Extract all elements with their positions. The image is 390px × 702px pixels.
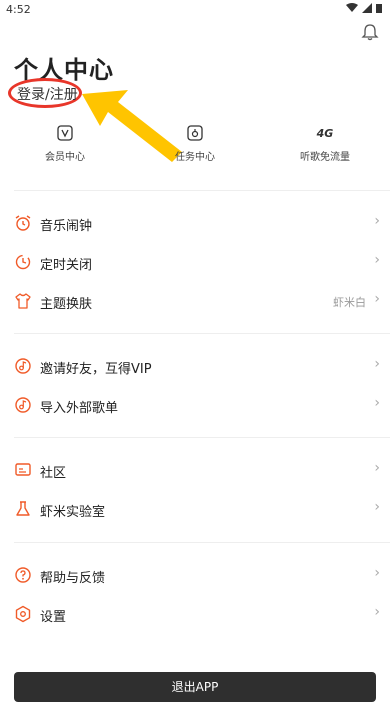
chevron-right-icon: ›: [374, 395, 380, 411]
menu-item-label: 社区: [40, 466, 67, 481]
chevron-right-icon: ›: [374, 213, 380, 229]
menu-item-community[interactable]: 社区 ›: [0, 451, 390, 489]
chevron-right-icon: ›: [374, 604, 380, 620]
lab-flask-icon: [16, 501, 30, 516]
quick-action-free-data[interactable]: 4G 听歌免流量: [270, 122, 380, 164]
theme-value: 虾米白: [333, 296, 366, 309]
import-icon: [15, 397, 31, 413]
quick-action-label: 听歌免流量: [300, 152, 350, 163]
signal-icon: [362, 3, 372, 13]
divider: [14, 542, 390, 543]
divider: [14, 333, 390, 334]
quick-action-label: 任务中心: [175, 152, 215, 163]
menu-item-import-playlist[interactable]: 导入外部歌单 ›: [0, 386, 390, 424]
menu-item-sleep-timer[interactable]: 定时关闭 ›: [0, 243, 390, 281]
menu-item-theme-skin[interactable]: 主题换肤 虾米白 ›: [0, 282, 390, 320]
chevron-right-icon: ›: [374, 460, 380, 476]
timer-icon: [15, 254, 31, 270]
login-register-link[interactable]: 登录/注册: [17, 84, 78, 104]
menu-item-help-feedback[interactable]: 帮助与反馈 ›: [0, 556, 390, 594]
menu-item-label: 导入外部歌单: [40, 401, 119, 416]
menu-item-label: 设置: [40, 610, 67, 625]
wifi-icon: [346, 3, 358, 12]
chevron-right-icon: ›: [374, 291, 380, 307]
help-icon: [15, 567, 31, 583]
menu-item-settings[interactable]: 设置 ›: [0, 595, 390, 633]
status-icons: [346, 3, 382, 13]
invite-icon: [15, 358, 31, 374]
battery-icon: [376, 4, 382, 13]
shirt-icon: [15, 293, 31, 309]
status-bar: 4:52: [0, 0, 390, 18]
settings-icon: [15, 605, 31, 623]
vip-icon: [57, 125, 73, 141]
chevron-right-icon: ›: [374, 252, 380, 268]
divider: [14, 190, 390, 191]
quick-action-task-center[interactable]: 任务中心: [140, 122, 250, 163]
menu-item-label: 帮助与反馈: [40, 571, 106, 586]
divider: [14, 437, 390, 438]
chevron-right-icon: ›: [374, 565, 380, 581]
menu-item-xiami-lab[interactable]: 虾米实验室 ›: [0, 490, 390, 528]
chevron-right-icon: ›: [374, 499, 380, 515]
menu-item-invite-friends[interactable]: 邀请好友，互得VIP ›: [0, 347, 390, 385]
logout-button[interactable]: 退出APP: [14, 672, 376, 702]
bell-icon[interactable]: [360, 22, 380, 42]
quick-action-vip-center[interactable]: 会员中心: [10, 122, 120, 163]
menu-item-label: 主题换肤: [40, 297, 93, 312]
4g-icon: 4G: [316, 126, 334, 140]
chevron-right-icon: ›: [374, 356, 380, 372]
menu-item-label: 音乐闹钟: [40, 219, 93, 234]
task-icon: [187, 125, 203, 141]
quick-action-label: 会员中心: [45, 152, 85, 163]
menu-item-label: 邀请好友，互得VIP: [40, 362, 152, 377]
community-icon: [15, 463, 31, 476]
menu-item-label: 虾米实验室: [40, 505, 106, 520]
menu-item-music-alarm[interactable]: 音乐闹钟 ›: [0, 204, 390, 242]
menu-item-label: 定时关闭: [40, 258, 93, 273]
status-time: 4:52: [6, 3, 31, 16]
alarm-clock-icon: [15, 215, 31, 231]
